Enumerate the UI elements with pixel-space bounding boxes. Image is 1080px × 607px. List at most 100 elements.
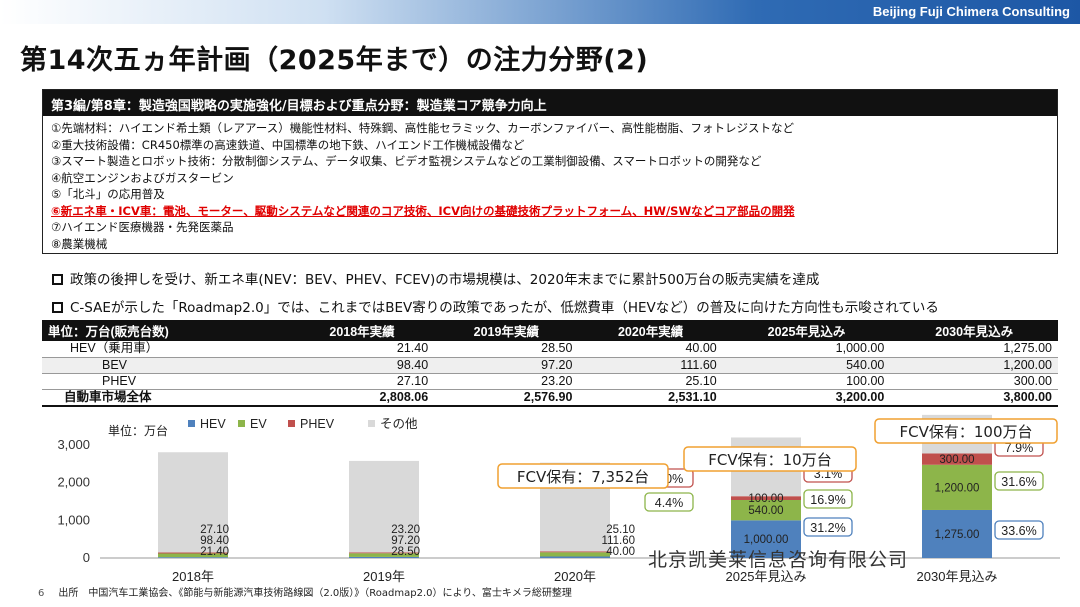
company-name: Beijing Fuji Chimera Consulting: [872, 4, 1070, 19]
data-label: 97.20: [391, 535, 420, 547]
focus-area-item: ④航空エンジンおよびガスタービン: [51, 170, 234, 185]
table-cell: 111.60: [578, 357, 723, 374]
x-tick-label: 2019年: [363, 569, 405, 584]
row-label: HEV（乗用車）: [42, 341, 290, 358]
table-cell: 3,800.00: [890, 389, 1058, 407]
y-tick-label: 0: [83, 550, 90, 565]
table-cell: 1,275.00: [890, 341, 1058, 358]
data-label: 100.00: [748, 493, 783, 505]
legend-label: その他: [380, 417, 418, 431]
bullet-text: C-SAEが示した「Roadmap2.0」では、これまではBEV寄りの政策であっ…: [70, 300, 939, 316]
source-note: 出所 中国汽车工業協会、《節能与新能源汽車技術路線図（2.0版）》（Roadma…: [58, 588, 572, 599]
bar-segment: [540, 551, 610, 553]
legend-label: HEV: [200, 417, 226, 431]
table-cell: 97.20: [434, 357, 579, 374]
table-row: BEV 98.40 97.20 111.60 540.00 1,200.00: [42, 357, 1058, 374]
legend-swatch: [238, 420, 245, 427]
sales-table: 単位：万台(販売台数) 2018年実績 2019年実績 2020年実績 2025年見込み…: [42, 320, 1058, 407]
share-label: 33.6%: [1001, 524, 1036, 538]
share-label: 31.6%: [1001, 475, 1036, 489]
legend-label: PHEV: [300, 417, 335, 431]
y-tick-label: 1,000: [57, 512, 90, 527]
share-label: 4.4%: [655, 496, 684, 510]
focus-area-list: ①先端材料：ハイエンド希土類（レアアース）機能性材料、特殊鋼、高性能セラミック、…: [43, 116, 1057, 256]
data-label: 1,275.00: [935, 529, 980, 541]
legend-swatch: [188, 420, 195, 427]
table-header-cell: 2025年見込み: [722, 320, 891, 341]
fcv-label: FCV保有：7,352台: [517, 468, 649, 486]
x-tick-label: 2020年: [554, 569, 596, 584]
focus-area-item: ⑥新エネ車・ICV車：電池、モーター、駆動システムなど関連のコア技術、ICV向け…: [51, 203, 795, 218]
table-cell: 25.10: [578, 373, 723, 390]
table-header-cell: 2020年実績: [578, 320, 723, 341]
bar-segment: [540, 556, 610, 558]
watermark-text: 北京凯美莱信息咨询有限公司: [648, 549, 909, 571]
table-header-cell: 2019年実績: [434, 320, 579, 341]
table-cell: 40.00: [578, 341, 723, 358]
table-cell: 300.00: [890, 373, 1058, 390]
fcv-label: FCV保有：100万台: [900, 423, 1033, 441]
header-bar: Beijing Fuji Chimera Consulting: [0, 0, 1080, 24]
table-cell: 28.50: [434, 341, 579, 358]
table-header-cell: 2030年見込み: [890, 320, 1058, 341]
footnote: 6 出所 中国汽车工業協会、《節能与新能源汽車技術路線図（2.0版）》（Roadm…: [38, 584, 572, 599]
focus-area-header: 第3編/第8章：製造強国戦略の実施強化/目標および重点分野：製造業コア競争力向上: [43, 90, 1057, 116]
table-cell: 100.00: [722, 373, 891, 390]
y-tick-label: 2,000: [57, 475, 90, 490]
table-cell: 27.10: [289, 373, 435, 390]
table-cell: 540.00: [722, 357, 891, 374]
table-row: PHEV 27.10 23.20 25.10 100.00 300.00: [42, 373, 1058, 390]
focus-area-item: ①先端材料：ハイエンド希土類（レアアース）機能性材料、特殊鋼、高性能セラミック、…: [51, 121, 794, 135]
bullet-1: 政策の後押しを受け、新エネ車(NEV：BEV、PHEV、FCEV)の市場規模は、…: [52, 268, 819, 288]
table-header-cell: 単位：万台(販売台数): [42, 320, 290, 341]
focus-area-item: ⑤「北斗」の応用普及: [51, 187, 165, 201]
x-tick-label: 2030年見込み: [917, 569, 998, 584]
focus-area-item: ③スマート製造とロボット技術：分散制御システム、データ収集、ビデオ監視システムな…: [51, 154, 762, 168]
bullet-2: C-SAEが示した「Roadmap2.0」では、これまではBEV寄りの政策であっ…: [52, 296, 939, 316]
focus-area-box: 第3編/第8章：製造強国戦略の実施強化/目標および重点分野：製造業コア競争力向上…: [42, 89, 1058, 254]
table-cell: 2,576.90: [434, 389, 579, 407]
legend-label: EV: [250, 417, 267, 431]
table-header-cell: 2018年実績: [289, 320, 435, 341]
data-label: 27.10: [200, 524, 229, 536]
table-body: HEV（乗用車） 21.40 28.50 40.00 1,000.00 1,275.00 B…: [42, 341, 1058, 407]
table-row: 自動車市場全体 2,808.06 2,576.90 2,531.10 3,200.00 3…: [42, 389, 1058, 407]
page-title: 第14次五ヵ年計画（2025年まで）の注力分野(2): [20, 45, 649, 76]
data-label: 540.00: [748, 505, 783, 517]
table-cell: 98.40: [289, 357, 435, 374]
page-number: 6: [38, 588, 45, 599]
table-cell: 3,200.00: [722, 389, 891, 407]
checkbox-square-icon: [52, 302, 63, 313]
data-label: 40.00: [606, 546, 635, 558]
x-tick-label: 2018年: [172, 569, 214, 584]
data-label: 1,200.00: [935, 482, 980, 494]
bullet-text: 政策の後押しを受け、新エネ車(NEV：BEV、PHEV、FCEV)の市場規模は、…: [70, 272, 820, 288]
share-label: 31.2%: [810, 521, 845, 535]
focus-area-item: ②重大技術設備：CR450標準の高速鉄道、中国標準の地下鉄、ハイエンド工作機械設…: [51, 137, 525, 152]
table-cell: 1,200.00: [890, 357, 1058, 374]
legend-swatch: [368, 420, 375, 427]
row-label: PHEV: [42, 373, 290, 390]
data-label: 21.40: [200, 546, 229, 558]
y-tick-label: 3,000: [57, 437, 90, 452]
fcv-label: FCV保有：10万台: [708, 451, 831, 469]
legend-swatch: [288, 420, 295, 427]
focus-area-item: ⑧農業機械: [51, 236, 108, 251]
row-label: BEV: [42, 357, 290, 374]
bar-segment: [540, 552, 610, 557]
table-cell: 1,000.00: [722, 341, 891, 358]
row-label: 自動車市場全体: [42, 389, 290, 407]
share-label: 16.9%: [810, 493, 845, 507]
table-cell: 23.20: [434, 373, 579, 390]
stacked-bar-chart: 0 1,000 2,000 3,000 単位：万台 HEV EV PHEV その他 2018年 21…: [57, 414, 1060, 584]
data-label: 111.60: [602, 535, 635, 547]
data-label: 98.40: [200, 535, 229, 547]
data-label: 300.00: [939, 454, 974, 466]
table-cell: 21.40: [289, 341, 435, 358]
table-cell: 2,531.10: [578, 389, 723, 407]
data-label: 25.10: [606, 524, 635, 536]
table-row: HEV（乗用車） 21.40 28.50 40.00 1,000.00 1,275.00: [42, 341, 1058, 358]
data-label: 23.20: [391, 524, 420, 536]
data-label: 28.50: [391, 546, 420, 558]
unit-label: 単位：万台: [108, 423, 168, 438]
